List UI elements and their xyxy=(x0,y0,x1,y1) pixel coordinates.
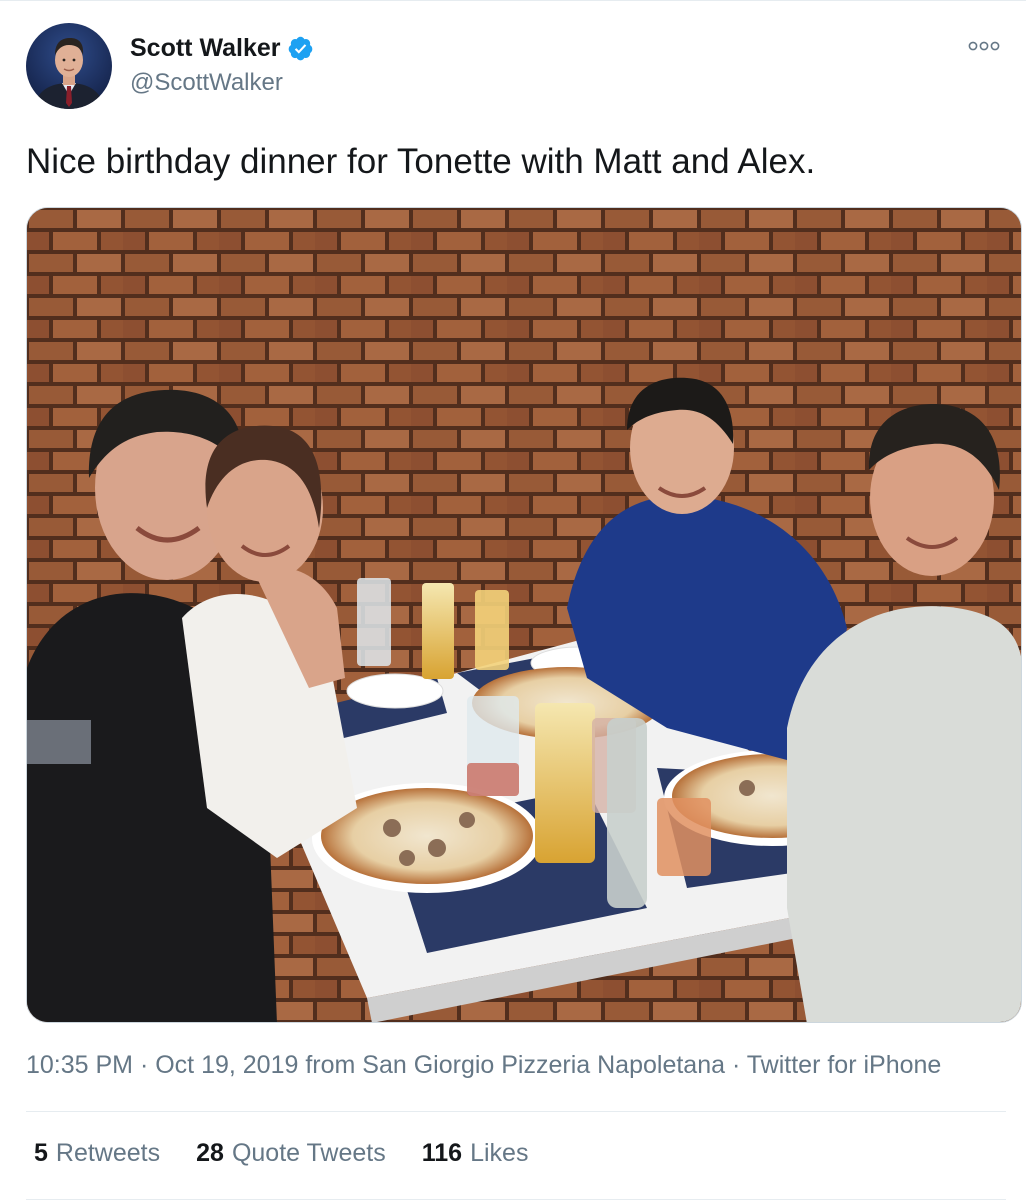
avatar[interactable] xyxy=(26,23,112,109)
meta-separator: · xyxy=(725,1051,747,1079)
more-options-button[interactable] xyxy=(966,35,1002,57)
tweet-text: Nice birthday dinner for Tonette with Ma… xyxy=(26,142,816,181)
likes-label: Likes xyxy=(470,1139,529,1167)
verified-badge-icon xyxy=(288,36,312,60)
quote-tweets-count: 28 xyxy=(196,1139,224,1167)
tweet-location[interactable]: San Giorgio Pizzeria Napoletana xyxy=(362,1051,725,1079)
retweets-count: 5 xyxy=(34,1139,48,1167)
likes-count: 116 xyxy=(421,1139,463,1167)
tweet-stats: 5 Retweets 28 Quote Tweets 116 Likes xyxy=(34,1139,564,1168)
meta-separator: · xyxy=(133,1051,156,1079)
avatar-portrait-icon xyxy=(34,38,104,109)
meta-from-prefix: from xyxy=(298,1051,363,1079)
quote-tweets-stat[interactable]: 28 Quote Tweets xyxy=(196,1139,386,1168)
divider xyxy=(26,1111,1006,1112)
tweet-header: Scott Walker @ScottWalker xyxy=(26,23,1006,113)
tweet-metadata: 10:35 PM · Oct 19, 2019 from San Giorgio… xyxy=(26,1051,1016,1080)
user-names: Scott Walker @ScottWalker xyxy=(130,31,314,97)
likes-stat[interactable]: 116 Likes xyxy=(422,1139,529,1168)
tweet-photo[interactable] xyxy=(26,207,1022,1023)
tweet-source[interactable]: Twitter for iPhone xyxy=(747,1051,942,1079)
retweets-stat[interactable]: 5 Retweets xyxy=(34,1139,160,1168)
tweet-time[interactable]: 10:35 PM xyxy=(26,1051,133,1079)
quote-tweets-label: Quote Tweets xyxy=(231,1139,386,1167)
display-name-row: Scott Walker xyxy=(130,31,314,65)
retweets-label: Retweets xyxy=(55,1139,161,1167)
tweet-card: Scott Walker @ScottWalker Nice birthday … xyxy=(0,0,1026,1200)
dinner-photo-illustration xyxy=(27,208,1021,1022)
display-name[interactable]: Scott Walker xyxy=(130,34,281,63)
tweet-date[interactable]: Oct 19, 2019 xyxy=(155,1051,298,1079)
user-handle[interactable]: @ScottWalker xyxy=(130,69,314,97)
more-options-icon xyxy=(968,41,1000,51)
